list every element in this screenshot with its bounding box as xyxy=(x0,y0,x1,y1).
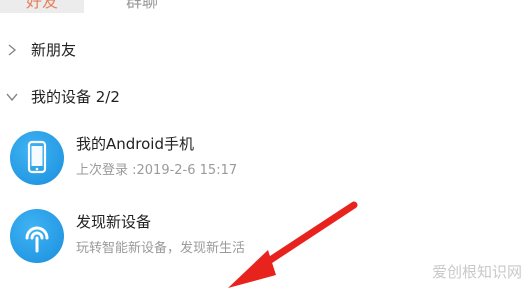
tab-groups[interactable]: 群聊 xyxy=(112,0,172,13)
group-label-my-devices: 我的设备 2/2 xyxy=(31,88,120,106)
group-label-new-friends: 新朋友 xyxy=(31,41,77,59)
tab-friends[interactable]: 好友 xyxy=(0,0,84,13)
group-my-devices[interactable]: 我的设备 2/2 xyxy=(0,84,530,110)
chevron-down-icon xyxy=(6,93,18,102)
group-new-friends[interactable]: 新朋友 xyxy=(0,37,530,63)
device-item-android-phone[interactable]: 我的Android手机 上次登录 :2019-2-6 15:17 xyxy=(0,131,530,201)
watermark: 爱创根知识网 xyxy=(431,263,522,281)
device-description: 玩转智能新设备，发现新生活 xyxy=(76,241,246,256)
phone-icon xyxy=(10,131,64,185)
device-name: 发现新设备 xyxy=(76,213,152,231)
chevron-right-icon xyxy=(8,44,17,56)
friend-list-panel: 好友 群聊 新朋友 我的设备 2/2 我的Android手机 上次登录 :201… xyxy=(0,0,530,288)
tab-bar: 好友 群聊 xyxy=(0,0,530,14)
device-name: 我的Android手机 xyxy=(76,135,194,153)
device-last-login: 上次登录 :2019-2-6 15:17 xyxy=(76,163,238,178)
signal-icon xyxy=(10,209,64,263)
